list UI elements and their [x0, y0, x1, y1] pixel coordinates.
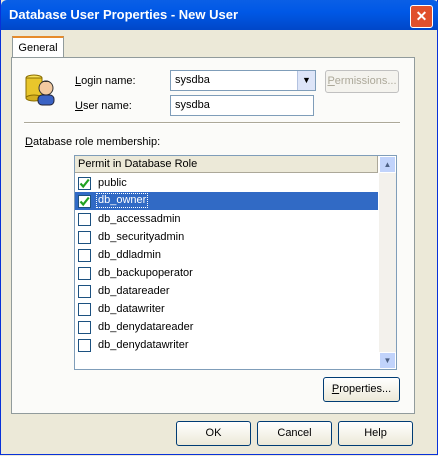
role-name: db_ddladmin — [98, 249, 161, 261]
role-name: db_denydatawriter — [98, 339, 189, 351]
tab-general-label: General — [18, 42, 58, 54]
role-row[interactable]: db_denydatareader — [75, 318, 378, 336]
general-panel: Login name: sysdba ▼ User name: sysdba P… — [11, 57, 415, 414]
help-button[interactable]: Help — [338, 421, 413, 446]
role-checkbox[interactable] — [78, 303, 91, 316]
role-grid[interactable]: Permit in Database Role public db_ownerdb… — [74, 155, 397, 370]
role-name: db_accessadmin — [98, 213, 181, 225]
role-checkbox[interactable] — [78, 321, 91, 334]
grid-header-permit[interactable]: Permit in Database Role — [75, 156, 378, 173]
role-name: public — [98, 177, 127, 189]
role-row[interactable]: db_securityadmin — [75, 228, 378, 246]
role-name: db_datareader — [98, 285, 170, 297]
role-name: db_datawriter — [98, 303, 165, 315]
close-button[interactable]: ✕ — [410, 5, 433, 28]
window-title: Database User Properties - New User — [9, 7, 239, 22]
database-user-icon — [24, 72, 58, 106]
role-membership-label: Database role membership: — [25, 136, 161, 148]
role-row[interactable]: db_datareader — [75, 282, 378, 300]
cancel-button[interactable]: Cancel — [257, 421, 332, 446]
user-name-input[interactable]: sysdba — [170, 95, 314, 116]
scroll-up-icon[interactable]: ▲ — [379, 156, 396, 173]
role-checkbox[interactable] — [78, 267, 91, 280]
role-checkbox[interactable] — [78, 195, 91, 208]
role-name: db_owner — [95, 193, 149, 208]
chevron-down-icon[interactable]: ▼ — [297, 71, 315, 90]
user-name-label: User name: — [75, 100, 132, 112]
role-row[interactable]: db_datawriter — [75, 300, 378, 318]
role-name: db_securityadmin — [98, 231, 185, 243]
role-row[interactable]: db_accessadmin — [75, 210, 378, 228]
dialog-window: Database User Properties - New User ✕ Ge… — [0, 0, 438, 455]
role-checkbox[interactable] — [78, 339, 91, 352]
role-row[interactable]: db_ddladmin — [75, 246, 378, 264]
role-row[interactable]: db_backupoperator — [75, 264, 378, 282]
scroll-down-icon[interactable]: ▼ — [379, 352, 396, 369]
title-bar[interactable]: Database User Properties - New User ✕ — [1, 0, 438, 30]
role-name: db_backupoperator — [98, 267, 193, 279]
role-checkbox[interactable] — [78, 231, 91, 244]
role-checkbox[interactable] — [78, 249, 91, 262]
role-row[interactable]: db_denydatawriter — [75, 336, 378, 354]
ok-button[interactable]: OK — [176, 421, 251, 446]
login-name-combobox[interactable]: sysdba ▼ — [170, 70, 316, 91]
role-name: db_denydatareader — [98, 321, 194, 333]
user-name-value: sysdba — [175, 99, 210, 111]
properties-button[interactable]: Properties... — [323, 377, 400, 402]
permissions-button[interactable]: Permissions... — [325, 70, 399, 93]
login-name-label: Login name: — [75, 75, 136, 87]
close-icon: ✕ — [415, 8, 428, 24]
login-name-value: sysdba — [175, 74, 210, 86]
role-checkbox[interactable] — [78, 213, 91, 226]
role-row[interactable]: public — [75, 174, 378, 192]
role-row[interactable]: db_owner — [75, 192, 378, 210]
vertical-scrollbar[interactable]: ▲ ▼ — [379, 156, 396, 369]
role-checkbox[interactable] — [78, 177, 91, 190]
role-checkbox[interactable] — [78, 285, 91, 298]
separator — [24, 122, 400, 124]
tab-general[interactable]: General — [12, 36, 64, 59]
